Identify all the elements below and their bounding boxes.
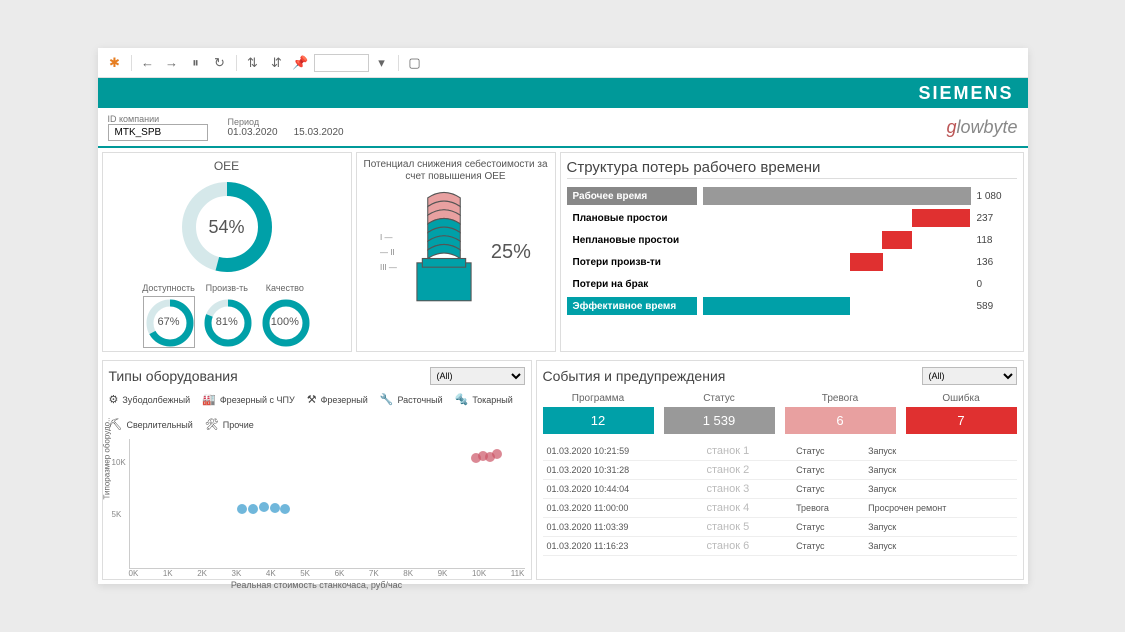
mini-donut-label: Доступность [142,283,195,293]
scatter-point[interactable] [237,504,247,514]
legend-item[interactable]: 🛠Прочие [205,418,254,431]
logo-icon[interactable]: ✱ [104,52,126,74]
scatter-chart[interactable]: 10K 5K [129,439,525,569]
table-row[interactable]: 01.03.2020 10:21:59станок 1СтатусЗапуск [543,442,1017,461]
scatter-point[interactable] [492,449,502,459]
mini-donut-label: Качество [266,283,304,293]
legend-item[interactable]: 🏭Фрезерный с ЧПУ [202,393,295,406]
pin-icon[interactable]: 📌 [290,52,312,74]
table-row[interactable]: 01.03.2020 11:03:39станок 5СтатусЗапуск [543,518,1017,537]
legend-icon: ⚒ [307,393,317,406]
app-window: ✱ ← → ⏸ ↻ ⇅ ⇵ 📌 ▾ ▢ SIEMENS ID компании … [98,48,1028,584]
stat-tile[interactable]: Тревога 6 [785,393,896,434]
present-icon[interactable]: ▢ [404,52,426,74]
back-button[interactable]: ← [137,52,159,74]
bolt-icon [409,187,479,317]
equipment-filter-select[interactable]: (All) [430,367,525,385]
oee-title: OEE [214,159,239,173]
partner-logo: lowbyte [946,117,1017,138]
events-filter-select[interactable]: (All) [922,367,1017,385]
oee-donut: 54% [177,177,277,277]
brand-bar: SIEMENS [98,78,1028,108]
sort-asc-icon[interactable]: ⇅ [242,52,264,74]
mini-donut-label: Произв-ть [206,283,248,293]
equipment-panel: Типы оборудования (All) ⚙Зубодолбежный 🏭Ф… [102,360,532,580]
events-title: События и предупреждения [543,368,726,384]
events-panel: События и предупреждения (All) Программа… [536,360,1024,580]
equipment-title: Типы оборудования [109,368,238,384]
legend-icon: 🔩 [455,393,469,406]
dropdown-icon[interactable]: ▾ [371,52,393,74]
stat-tile[interactable]: Программа 12 [543,393,654,434]
cost-potential-panel: Потенциал снижения себестоимости за счет… [356,152,556,352]
scatter-point[interactable] [270,503,280,513]
scatter-point[interactable] [280,504,290,514]
sort-desc-icon[interactable]: ⇵ [266,52,288,74]
legend-item[interactable]: ⛏Сверлительный [109,418,193,431]
chart-xlabel: Реальная стоимость станкочаса, руб/час [109,580,525,590]
brand-logo: SIEMENS [918,83,1013,104]
pause-icon[interactable]: ⏸ [185,52,207,74]
events-table: 01.03.2020 10:21:59станок 1СтатусЗапуск … [543,442,1017,556]
period-to: 15.03.2020 [294,127,344,138]
table-row[interactable]: 01.03.2020 11:16:23станок 6СтатусЗапуск [543,537,1017,556]
bolt-scale: I —— IIIII — [380,233,397,272]
legend-icon: 🏭 [202,393,216,406]
cost-potential-title: Потенциал снижения себестоимости за счет… [363,159,549,183]
chart-ylabel: Типоразмер оборудо.. [102,417,111,499]
cost-potential-value: 25% [491,241,531,264]
mini-donut[interactable]: 100% [259,296,311,348]
waterfall-panel: Структура потерь рабочего времени Рабоче… [560,152,1024,352]
filter-row: ID компании Период 01.03.2020 15.03.2020… [98,108,1028,148]
waterfall-row: Потери произв-ти 136 [567,251,1017,273]
period-from: 01.03.2020 [228,127,278,138]
legend-icon: 🛠 [205,418,219,431]
mini-donut[interactable]: 67% [143,296,195,348]
legend-item[interactable]: ⚙Зубодолбежный [109,393,191,406]
legend-item[interactable]: ⚒Фрезерный [307,393,368,406]
legend-icon: ⚙ [109,393,119,406]
company-label: ID компании [108,114,208,124]
table-row[interactable]: 01.03.2020 10:44:04станок 3СтатусЗапуск [543,480,1017,499]
waterfall-row: Рабочее время 1 080 [567,185,1017,207]
scatter-point[interactable] [259,502,269,512]
forward-button[interactable]: → [161,52,183,74]
scatter-point[interactable] [248,504,258,514]
mini-donut[interactable]: 81% [201,296,253,348]
period-label: Период [228,117,344,127]
oee-panel: OEE 54% Доступность 67% Произв-ть 81% Ка… [102,152,352,352]
waterfall-row: Плановые простои 237 [567,207,1017,229]
stat-tile[interactable]: Ошибка 7 [906,393,1017,434]
company-input[interactable] [108,124,208,141]
stat-tile[interactable]: Статус 1 539 [664,393,775,434]
toolbar-search-input[interactable] [314,54,369,72]
waterfall-row: Потери на брак 0 [567,273,1017,295]
legend-icon: 🔧 [380,393,394,406]
table-row[interactable]: 01.03.2020 10:31:28станок 2СтатусЗапуск [543,461,1017,480]
waterfall-title: Структура потерь рабочего времени [567,159,1017,179]
legend-item[interactable]: 🔧Расточный [380,393,443,406]
waterfall-row: Эффективное время 589 [567,295,1017,317]
toolbar: ✱ ← → ⏸ ↻ ⇅ ⇵ 📌 ▾ ▢ [98,48,1028,78]
table-row[interactable]: 01.03.2020 11:00:00станок 4ТревогаПросро… [543,499,1017,518]
legend-item[interactable]: 🔩Токарный [455,393,513,406]
waterfall-row: Неплановые простои 118 [567,229,1017,251]
refresh-icon[interactable]: ↻ [209,52,231,74]
